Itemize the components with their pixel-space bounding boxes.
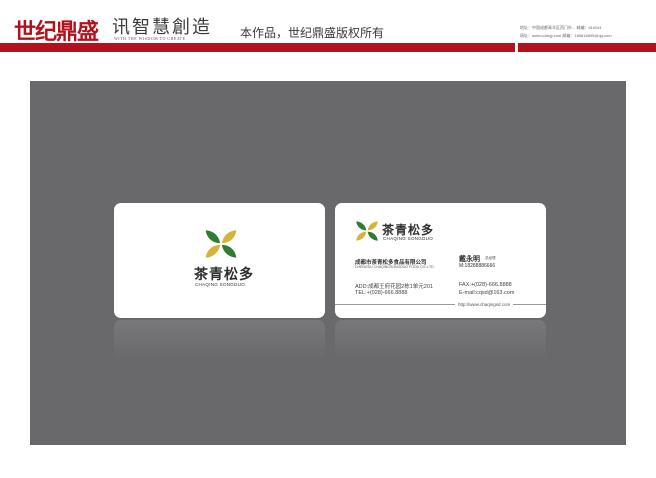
telephone: TEL:+(028)-666.8888 <box>355 290 408 296</box>
mobile-number: M:18288886666 <box>459 263 496 269</box>
business-card-back: 茶青松多 CHAQING SONGDUO 成都市茶青松多食品有限公司 CHENG… <box>335 203 546 318</box>
slogan-en: WITH THE WISDOM TO CREATE <box>114 36 186 41</box>
address: ADD:成都王府花园2栋1单元201 <box>355 284 433 290</box>
brand-logo-text: 世纪鼎盛 <box>14 19 99 45</box>
fax: FAX:+(028)-666.8888 <box>459 282 512 288</box>
leaf-logo-icon <box>205 230 237 258</box>
contact-line-1: 地址：中国成都青羊区西门外... 邮编：610041 <box>520 25 602 30</box>
header-red-bar <box>0 43 515 52</box>
header-red-bar-right <box>518 43 656 52</box>
business-card-front: 茶青松多 CHAQING SONGDUO <box>114 203 325 318</box>
card-back-reflection <box>335 320 546 360</box>
brand-pinyin: CHAQING SONGDUO <box>383 236 434 241</box>
company-name-en: CHENGDU CHAQINGSONGDUO FOOD CO.,LTD <box>355 265 434 269</box>
contact-line-2: 网址：www.cddsjy.com 邮箱：185818895@qq.com <box>520 33 612 38</box>
person-title: 总经理 <box>485 256 496 260</box>
card-divider <box>335 304 546 305</box>
leaf-logo-icon <box>356 221 378 241</box>
copyright-tagline: 本作品，世纪鼎盛版权所有 <box>240 26 385 40</box>
email: E-mail:cqsd@163.com <box>459 290 515 296</box>
brand-pinyin: CHAQING SONGDUO <box>195 282 246 287</box>
website: http://www.chaqingsd.com <box>455 302 514 307</box>
header-contact: 地址：中国成都青羊区西门外... 邮编：610041 网址：www.cddsjy… <box>520 24 652 40</box>
card-front-reflection <box>114 320 325 360</box>
brand-name: 茶青松多 <box>194 267 254 283</box>
